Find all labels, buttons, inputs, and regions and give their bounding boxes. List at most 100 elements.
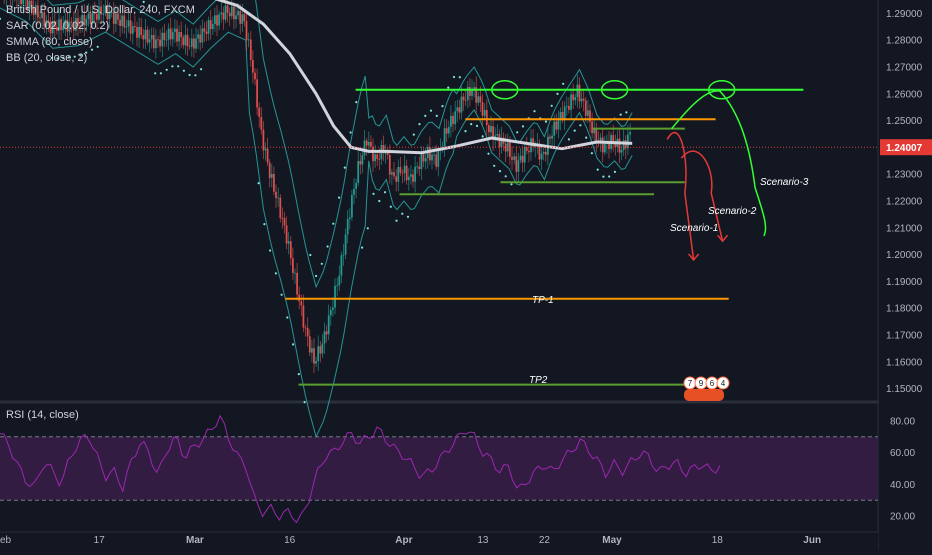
candle-body	[574, 97, 577, 101]
candle-body	[473, 87, 475, 89]
candle-body	[304, 327, 307, 329]
candle-body	[452, 115, 454, 125]
candle-body	[447, 126, 450, 134]
candle-body	[144, 29, 147, 40]
sar-dot	[470, 123, 473, 126]
candle-body	[519, 155, 522, 161]
sar-dot	[401, 212, 404, 215]
legend-bb[interactable]: BB (20, close, 2)	[6, 52, 87, 64]
sar-dot	[332, 222, 335, 225]
sar-dot	[579, 124, 582, 127]
candle-body	[456, 107, 459, 112]
candle-body	[266, 148, 269, 163]
sar-dot	[596, 168, 599, 171]
candle-body	[479, 96, 482, 103]
candle-body	[367, 142, 370, 146]
candle-body	[264, 148, 267, 151]
current-price-label: 1.24007	[886, 143, 923, 154]
candle-body	[216, 15, 218, 26]
candle-body	[226, 5, 229, 13]
candle-body	[279, 197, 282, 219]
candle-body	[572, 94, 575, 101]
time-tick: eb	[0, 535, 12, 546]
candle-body	[214, 15, 216, 25]
candle-body	[399, 167, 402, 173]
scenario-3-label[interactable]: Scenario-3	[760, 177, 809, 188]
candle-body	[195, 38, 197, 49]
sar-dot	[567, 138, 571, 141]
candle-body	[420, 154, 423, 169]
candle-body	[582, 98, 585, 101]
price-chart-svg[interactable]: Scenario-1Scenario-2Scenario-3TP-1TP2 7 9 6…	[0, 0, 932, 550]
candle-body	[353, 188, 355, 195]
sar-dot	[200, 68, 203, 71]
candle-body	[121, 15, 124, 26]
candle-body	[445, 128, 448, 134]
candle-body	[424, 158, 427, 162]
candle-body	[563, 106, 566, 121]
candle-body	[361, 155, 364, 165]
candle-body	[197, 34, 199, 39]
candle-body	[308, 336, 311, 353]
sar-dot	[573, 129, 576, 132]
price-tick: 1.23000	[886, 170, 923, 181]
candle-body	[327, 315, 330, 335]
sar-dot	[361, 246, 364, 249]
candle-body	[391, 172, 393, 175]
sar-dot	[349, 131, 352, 134]
candle-body	[401, 172, 404, 174]
candle-body	[334, 285, 336, 308]
price-tick: 1.15000	[886, 384, 923, 395]
candle-body	[397, 167, 400, 182]
candle-body	[283, 218, 286, 226]
legend-smma[interactable]: SMMA (80, close)	[6, 36, 93, 48]
idea-badge-count: 7	[688, 379, 693, 388]
sar-dot	[257, 182, 260, 185]
candle-body	[125, 26, 128, 28]
candle-body	[542, 151, 545, 154]
candle-body	[315, 360, 317, 364]
time-tick: 18	[712, 535, 724, 546]
candle-body	[431, 154, 433, 161]
sar-dot	[602, 175, 605, 178]
candle-body	[228, 12, 231, 17]
scenario-2-label[interactable]: Scenario-2	[708, 206, 757, 217]
candle-body	[176, 28, 178, 42]
candle-body	[578, 84, 581, 102]
candle-body	[39, 17, 41, 19]
sar-dot	[355, 101, 358, 104]
time-tick: 22	[539, 535, 551, 546]
candle-body	[186, 34, 189, 47]
tp2-label[interactable]: TP2	[529, 375, 548, 386]
candle-body	[342, 254, 345, 256]
candle-body	[378, 159, 381, 160]
sar-dot	[338, 196, 341, 199]
sar-dot	[303, 401, 306, 404]
legend-sar[interactable]: SAR (0.02, 0.02, 0.2)	[6, 20, 109, 32]
candle-body	[243, 14, 246, 22]
candle-body	[306, 327, 309, 337]
legend-symbol[interactable]: British Pound / U.S. Dollar, 240, FXCM	[6, 4, 195, 16]
sar-dot	[550, 104, 553, 107]
candle-body	[540, 153, 543, 160]
candle-body	[521, 155, 524, 163]
legend-rsi[interactable]: RSI (14, close)	[6, 409, 79, 421]
candle-body	[237, 11, 239, 16]
price-tick: 1.17000	[886, 331, 923, 342]
scenario-1-label[interactable]: Scenario-1	[670, 223, 718, 234]
candle-body	[551, 135, 553, 139]
candle-body	[565, 105, 568, 107]
tp-1-label[interactable]: TP-1	[532, 295, 554, 306]
idea-badge-count: 6	[710, 379, 715, 388]
candle-body	[460, 96, 463, 113]
candle-body	[199, 34, 202, 43]
candle-body	[370, 142, 372, 147]
candle-body	[252, 59, 254, 73]
sar-dot	[159, 72, 162, 75]
chart-area[interactable]: Scenario-1 Scenario-2 Scenario-3 TP-1 TP2 7 9 6…	[0, 0, 932, 550]
candle-body	[557, 120, 560, 130]
candle-body	[511, 156, 513, 160]
candle-body	[570, 94, 572, 110]
sar-dot	[521, 125, 525, 128]
sar-dot	[372, 192, 375, 195]
